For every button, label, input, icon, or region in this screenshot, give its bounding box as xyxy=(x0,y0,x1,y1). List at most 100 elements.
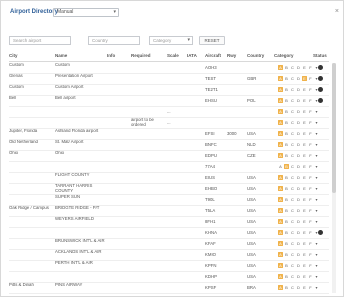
status-dot-icon[interactable] xyxy=(318,65,323,70)
col-header-country[interactable]: Country xyxy=(247,53,264,58)
category-toggle-d[interactable]: D xyxy=(296,219,301,224)
col-header-category[interactable]: Category xyxy=(274,53,294,58)
category-toggle-f[interactable]: F xyxy=(308,65,313,70)
category-toggle-d[interactable]: D xyxy=(296,175,301,180)
category-toggle-d[interactable]: D xyxy=(296,120,301,125)
category-toggle-d[interactable]: D xyxy=(296,241,301,246)
category-toggle-c[interactable]: C xyxy=(290,175,295,180)
category-toggle-c[interactable]: C xyxy=(290,76,295,81)
category-toggle-c[interactable]: C xyxy=(290,230,295,235)
table-row[interactable]: KDHP USA A B C D E F ▾ xyxy=(9,272,329,283)
table-row[interactable]: Glenas Presentation Airport TEST GBR A B C D E F ▾ xyxy=(9,74,329,85)
category-toggle-d[interactable]: D xyxy=(296,263,301,268)
category-toggle-c[interactable]: C xyxy=(290,219,295,224)
chevron-down-icon[interactable]: ▾ xyxy=(314,175,319,180)
category-toggle-c[interactable]: C xyxy=(290,87,295,92)
category-toggle-e[interactable]: E xyxy=(302,98,307,103)
category-toggle-b[interactable]: B xyxy=(284,252,289,257)
category-toggle-e[interactable]: E xyxy=(302,208,307,213)
category-toggle-d[interactable]: D xyxy=(296,164,301,169)
category-toggle-a[interactable]: A xyxy=(278,98,283,103)
category-toggle-e[interactable]: E xyxy=(302,252,307,257)
category-toggle-d[interactable]: D xyxy=(296,131,301,136)
category-toggle-d[interactable]: D xyxy=(296,65,301,70)
category-toggle-f[interactable]: F xyxy=(308,76,313,81)
category-toggle-e[interactable]: E xyxy=(302,164,307,169)
category-toggle-c[interactable]: C xyxy=(290,285,295,290)
chevron-down-icon[interactable]: ▾ xyxy=(314,131,319,136)
category-toggle-d[interactable]: D xyxy=(296,153,301,158)
category-toggle-f[interactable]: F xyxy=(308,263,313,268)
table-row[interactable]: Oak Ridge / Campus BRIDGTE RIDGE - P/T T5L… xyxy=(9,206,329,217)
table-row[interactable]: FLIGHT COUNTY EIUS USA A B C D E F ▾ xyxy=(9,173,329,184)
category-toggle-a[interactable]: A xyxy=(278,186,283,191)
category-toggle-e[interactable]: E xyxy=(302,76,307,81)
category-toggle-e[interactable]: E xyxy=(302,142,307,147)
category-toggle-d[interactable]: D xyxy=(296,142,301,147)
chevron-down-icon[interactable]: ▾ xyxy=(314,241,319,246)
category-toggle-a[interactable]: A xyxy=(278,153,283,158)
chevron-down-icon[interactable]: ▾ xyxy=(314,120,319,125)
table-row[interactable]: 77A4 A B C D E F ▾ xyxy=(9,162,329,173)
category-toggle-a[interactable]: A xyxy=(278,142,283,147)
chevron-down-icon[interactable]: ▾ xyxy=(314,164,319,169)
category-toggle-a[interactable]: A xyxy=(278,175,283,180)
reset-button[interactable]: RESET xyxy=(199,36,225,45)
table-scrollbar[interactable] xyxy=(332,63,336,293)
category-toggle-e[interactable]: E xyxy=(302,65,307,70)
category-toggle-e[interactable]: E xyxy=(302,186,307,191)
scrollbar-thumb[interactable] xyxy=(332,63,336,193)
category-toggle-e[interactable]: E xyxy=(302,153,307,158)
category-toggle-d[interactable]: D xyxy=(296,98,301,103)
table-row[interactable]: SUPER SUN T90L USA A B C D E F ▾ xyxy=(9,195,329,206)
category-toggle-f[interactable]: F xyxy=(308,208,313,213)
category-toggle-a[interactable]: A xyxy=(278,263,283,268)
category-toggle-c[interactable]: C xyxy=(290,65,295,70)
category-toggle-f[interactable]: F xyxy=(308,241,313,246)
category-toggle-c[interactable]: C xyxy=(290,142,295,147)
category-toggle-f[interactable]: F xyxy=(308,252,313,257)
category-toggle-a[interactable]: A xyxy=(278,285,283,290)
chevron-down-icon[interactable]: ▾ xyxy=(314,208,319,213)
category-toggle-b[interactable]: B xyxy=(284,87,289,92)
table-row[interactable]: BRUNSWICK INT'L & AIR KFAF USA A B C D E F ▾ xyxy=(9,239,329,250)
category-toggle-f[interactable]: F xyxy=(308,98,313,103)
category-toggle-c[interactable]: C xyxy=(290,186,295,191)
category-toggle-e[interactable]: E xyxy=(302,263,307,268)
category-toggle-b[interactable]: B xyxy=(284,98,289,103)
category-toggle-c[interactable]: C xyxy=(290,164,295,169)
category-toggle-e[interactable]: E xyxy=(302,131,307,136)
category-toggle-b[interactable]: B xyxy=(284,263,289,268)
category-toggle-a[interactable]: A xyxy=(278,76,283,81)
category-toggle-c[interactable]: C xyxy=(290,197,295,202)
table-row[interactable]: Pitts & Dinah PINS AIRWAY KPSF BRA A B C D E F ▾ xyxy=(9,283,329,294)
category-toggle-c[interactable]: C xyxy=(290,109,295,114)
category-toggle-b[interactable]: B xyxy=(284,76,289,81)
category-toggle-d[interactable]: D xyxy=(296,252,301,257)
category-toggle-d[interactable]: D xyxy=(296,208,301,213)
chevron-down-icon[interactable]: ▾ xyxy=(314,153,319,158)
table-row[interactable]: ... A B C D E F ▾ xyxy=(9,107,329,118)
category-toggle-e[interactable]: E xyxy=(302,241,307,246)
category-toggle-b[interactable]: B xyxy=(284,109,289,114)
category-toggle-d[interactable]: D xyxy=(296,285,301,290)
category-toggle-a[interactable]: A xyxy=(278,219,283,224)
col-header-status[interactable]: Status xyxy=(313,53,327,58)
category-toggle-a[interactable]: A xyxy=(278,109,283,114)
category-toggle-c[interactable]: C xyxy=(290,153,295,158)
category-toggle-e[interactable]: E xyxy=(302,230,307,235)
category-toggle-d[interactable]: D xyxy=(296,274,301,279)
category-toggle-f[interactable]: F xyxy=(308,175,313,180)
category-toggle-b[interactable]: B xyxy=(284,208,289,213)
status-dot-icon[interactable] xyxy=(318,230,323,235)
table-row[interactable]: TARRANT HARRIS COUNTY EHBO USA A B C D E F ▾ xyxy=(9,184,329,195)
category-toggle-c[interactable]: C xyxy=(290,98,295,103)
category-toggle-e[interactable]: E xyxy=(302,175,307,180)
category-toggle-d[interactable]: D xyxy=(296,186,301,191)
category-toggle-a[interactable]: A xyxy=(278,120,283,125)
col-header-city[interactable]: City xyxy=(9,53,18,58)
category-toggle-a[interactable]: A xyxy=(278,274,283,279)
table-row[interactable]: WEYERS AIRFIELD 8FH1 USA A B C D E F ▾ xyxy=(9,217,329,228)
table-row[interactable]: airport to be ordered... A B C D E F ▾ xyxy=(9,118,329,129)
country-filter-input[interactable]: Country xyxy=(88,36,140,45)
